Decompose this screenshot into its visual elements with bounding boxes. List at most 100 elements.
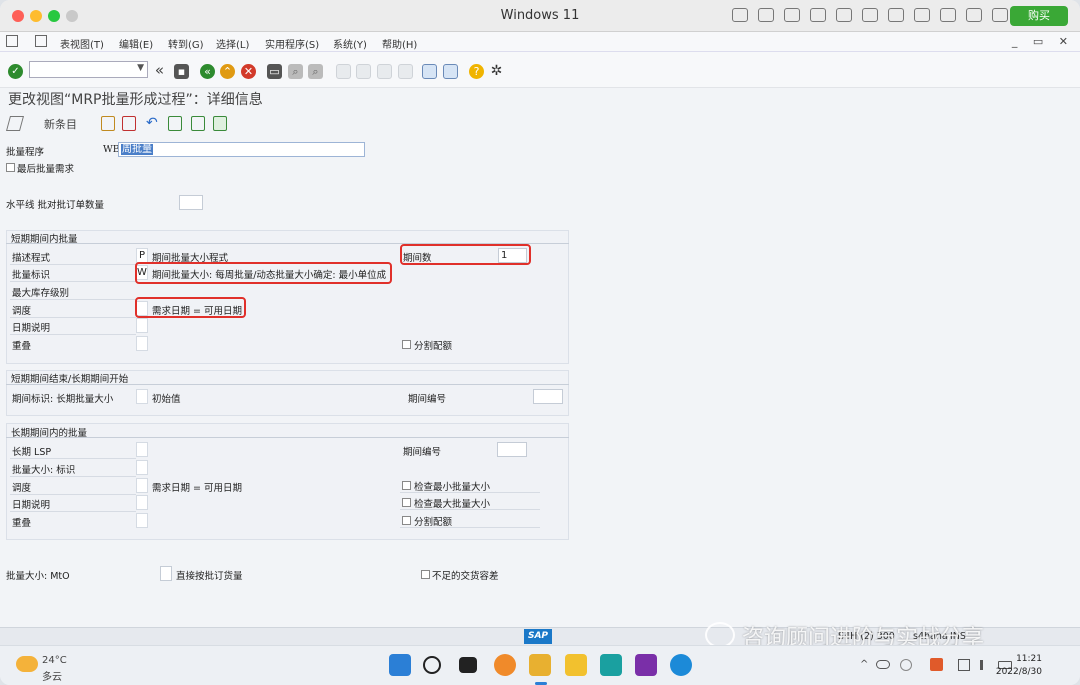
camera-icon[interactable] (914, 8, 930, 22)
check-max-lot-checkbox[interactable] (402, 498, 411, 507)
print-icon[interactable]: ▭ (267, 64, 282, 79)
menu-selection[interactable]: 选择(L) (216, 36, 249, 51)
next-entry-icon[interactable] (191, 116, 205, 131)
transition-period-no-field[interactable] (533, 389, 563, 404)
long-scheduling-field[interactable] (136, 478, 148, 493)
menu-table-view[interactable]: 表视图(T) (60, 36, 104, 51)
picture-icon[interactable] (940, 8, 956, 22)
cancel-button[interactable]: ✕ (241, 64, 256, 79)
speaker-icon[interactable] (836, 8, 852, 22)
clock[interactable]: 11:21 2022/8/30 (996, 653, 1042, 679)
previous-page-icon[interactable] (356, 64, 371, 79)
find-next-icon[interactable]: ⌕ (308, 64, 323, 79)
display-change-icon[interactable] (5, 116, 25, 131)
layout-menu-icon[interactable] (35, 35, 47, 47)
tray-chevron-icon[interactable]: ^ (860, 659, 868, 670)
onedrive-cloud-icon[interactable] (876, 660, 890, 669)
html5-icon[interactable] (930, 658, 943, 671)
teams-chat-icon[interactable] (600, 654, 622, 676)
delete-icon[interactable] (122, 116, 136, 131)
language-icon[interactable] (958, 659, 970, 671)
weather-cloud-sun-icon[interactable] (16, 656, 38, 672)
undo-icon[interactable]: ↶ (146, 116, 160, 131)
gear-icon[interactable] (992, 8, 1008, 22)
menu-system[interactable]: 系统(Y) (333, 36, 367, 51)
cpu-icon[interactable] (758, 8, 774, 22)
description-code-field[interactable]: P (136, 248, 148, 263)
transport-icon[interactable] (213, 116, 227, 131)
play-icon[interactable] (966, 8, 982, 22)
long-period-no-field[interactable] (497, 442, 527, 457)
weather-temp[interactable]: 24°C (42, 655, 67, 666)
last-page-icon[interactable] (398, 64, 413, 79)
horizon-label: 水平线 批对批订单数量 (6, 200, 105, 211)
command-field[interactable]: ▼ (29, 61, 148, 78)
onenote-icon[interactable] (635, 654, 657, 676)
row-divider (10, 511, 136, 512)
keyboard-icon[interactable] (732, 8, 748, 22)
first-page-icon[interactable] (336, 64, 351, 79)
sap-logon-icon[interactable] (529, 654, 551, 676)
edge-browser-icon[interactable] (670, 654, 692, 676)
period-id-field[interactable] (136, 389, 148, 404)
file-explorer-icon[interactable] (565, 654, 587, 676)
overlap-field[interactable] (136, 336, 148, 351)
drive-icon[interactable] (888, 8, 904, 22)
page-title: 更改视图“MRP批量形成过程”：详细信息 (8, 92, 263, 108)
enter-button[interactable]: ✓ (8, 64, 23, 79)
save-icon[interactable]: ▪ (174, 64, 189, 79)
long-split-quota-checkbox[interactable] (402, 516, 411, 525)
check-min-lot-checkbox[interactable] (402, 481, 411, 490)
date-desc-field[interactable] (136, 318, 148, 333)
buy-button[interactable]: 购买 (1010, 6, 1068, 26)
copy-as-icon[interactable] (101, 116, 115, 131)
exit-button[interactable]: ⌃ (220, 64, 235, 79)
row-divider (10, 476, 136, 477)
menu-edit[interactable]: 编辑(E) (119, 36, 153, 51)
new-entries-button[interactable]: 新条目 (44, 116, 77, 132)
direct-lot-label: 直接按批订货量 (176, 571, 243, 582)
next-page-icon[interactable] (377, 64, 392, 79)
microphone-icon[interactable] (862, 8, 878, 22)
lot-procedure-field[interactable]: 周批量 (118, 142, 365, 157)
menu-goto[interactable]: 转到(G) (168, 36, 204, 51)
find-icon[interactable]: ⌕ (288, 64, 303, 79)
sap-menu-icon[interactable] (6, 35, 18, 47)
sap-window-controls[interactable]: _ ▭ ✕ (1012, 35, 1074, 48)
task-view-icon[interactable] (459, 657, 477, 673)
row-divider (10, 494, 136, 495)
usb-icon[interactable] (784, 8, 800, 22)
chevron-down-icon[interactable]: ▼ (137, 63, 144, 73)
back-double-chevron-icon[interactable]: « (152, 63, 167, 79)
long-overlap-field[interactable] (136, 513, 148, 528)
long-date-desc-field[interactable] (136, 495, 148, 510)
menu-help[interactable]: 帮助(H) (382, 36, 417, 51)
period-id-label: 期间标识: 长期批量大小 (12, 394, 114, 405)
shortcut-icon[interactable] (443, 64, 458, 79)
lot-size-id-field[interactable] (136, 460, 148, 475)
customize-gear-icon[interactable]: ✲ (489, 64, 504, 79)
search-icon[interactable] (423, 656, 441, 674)
horizon-field[interactable] (179, 195, 203, 210)
max-stock-level-field[interactable] (148, 283, 390, 298)
back-button[interactable]: « (200, 64, 215, 79)
mto-lot-size-field[interactable] (160, 566, 172, 581)
description-label: 描述程式 (12, 253, 51, 264)
row-divider (10, 299, 136, 300)
lot-procedure-label: 批量程序 (6, 147, 45, 158)
globe-icon[interactable] (810, 8, 826, 22)
long-lsp-field[interactable] (136, 442, 148, 457)
help-icon[interactable]: ? (469, 64, 484, 79)
last-lot-requirement-checkbox[interactable] (6, 163, 15, 172)
split-quota-checkbox[interactable] (402, 340, 411, 349)
menu-utilities[interactable]: 实用程序(S) (265, 36, 319, 51)
defender-icon[interactable] (900, 659, 912, 671)
new-session-icon[interactable] (422, 64, 437, 79)
previous-entry-icon[interactable] (168, 116, 182, 131)
start-windows-icon[interactable] (389, 654, 411, 676)
row-divider (10, 317, 136, 318)
standard-toolbar: ✓ ▼ « ▪ « ⌃ ✕ ▭ ⌕ ⌕ ? ✲ (0, 52, 1080, 88)
photos-app-icon[interactable] (494, 654, 516, 676)
volume-icon[interactable] (980, 660, 990, 670)
tolerance-checkbox[interactable] (421, 570, 430, 579)
